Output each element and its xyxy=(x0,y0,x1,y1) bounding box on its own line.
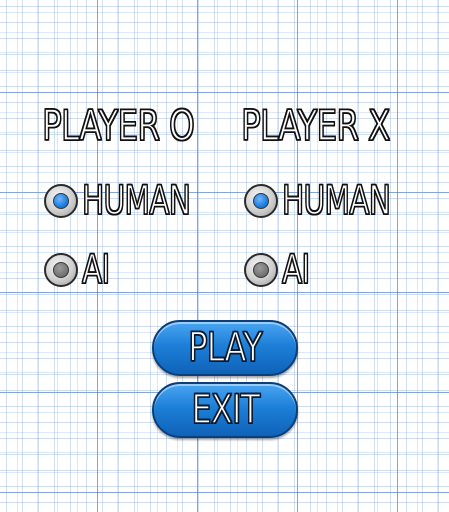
radio-selected-icon[interactable] xyxy=(244,184,278,218)
player-o-title: PLAYER O xyxy=(41,101,195,150)
radio-selected-icon[interactable] xyxy=(44,184,78,218)
player-o-ai-option[interactable]: AI xyxy=(44,247,119,293)
exit-button-label: EXIT xyxy=(190,387,260,433)
player-x-title: PLAYER X xyxy=(240,101,391,150)
player-o-human-option[interactable]: HUMAN xyxy=(44,178,228,224)
player-x-human-option[interactable]: HUMAN xyxy=(244,178,428,224)
player-o-ai-label: AI xyxy=(81,247,110,293)
player-x-ai-label: AI xyxy=(281,247,310,293)
play-button-label: PLAY xyxy=(188,325,264,371)
radio-unselected-icon[interactable] xyxy=(244,253,278,287)
play-button[interactable]: PLAY xyxy=(152,320,298,376)
radio-unselected-icon[interactable] xyxy=(44,253,78,287)
player-x-human-label: HUMAN xyxy=(281,178,391,224)
player-x-ai-option[interactable]: AI xyxy=(244,247,319,293)
player-o-human-label: HUMAN xyxy=(81,178,191,224)
exit-button[interactable]: EXIT xyxy=(152,382,298,438)
